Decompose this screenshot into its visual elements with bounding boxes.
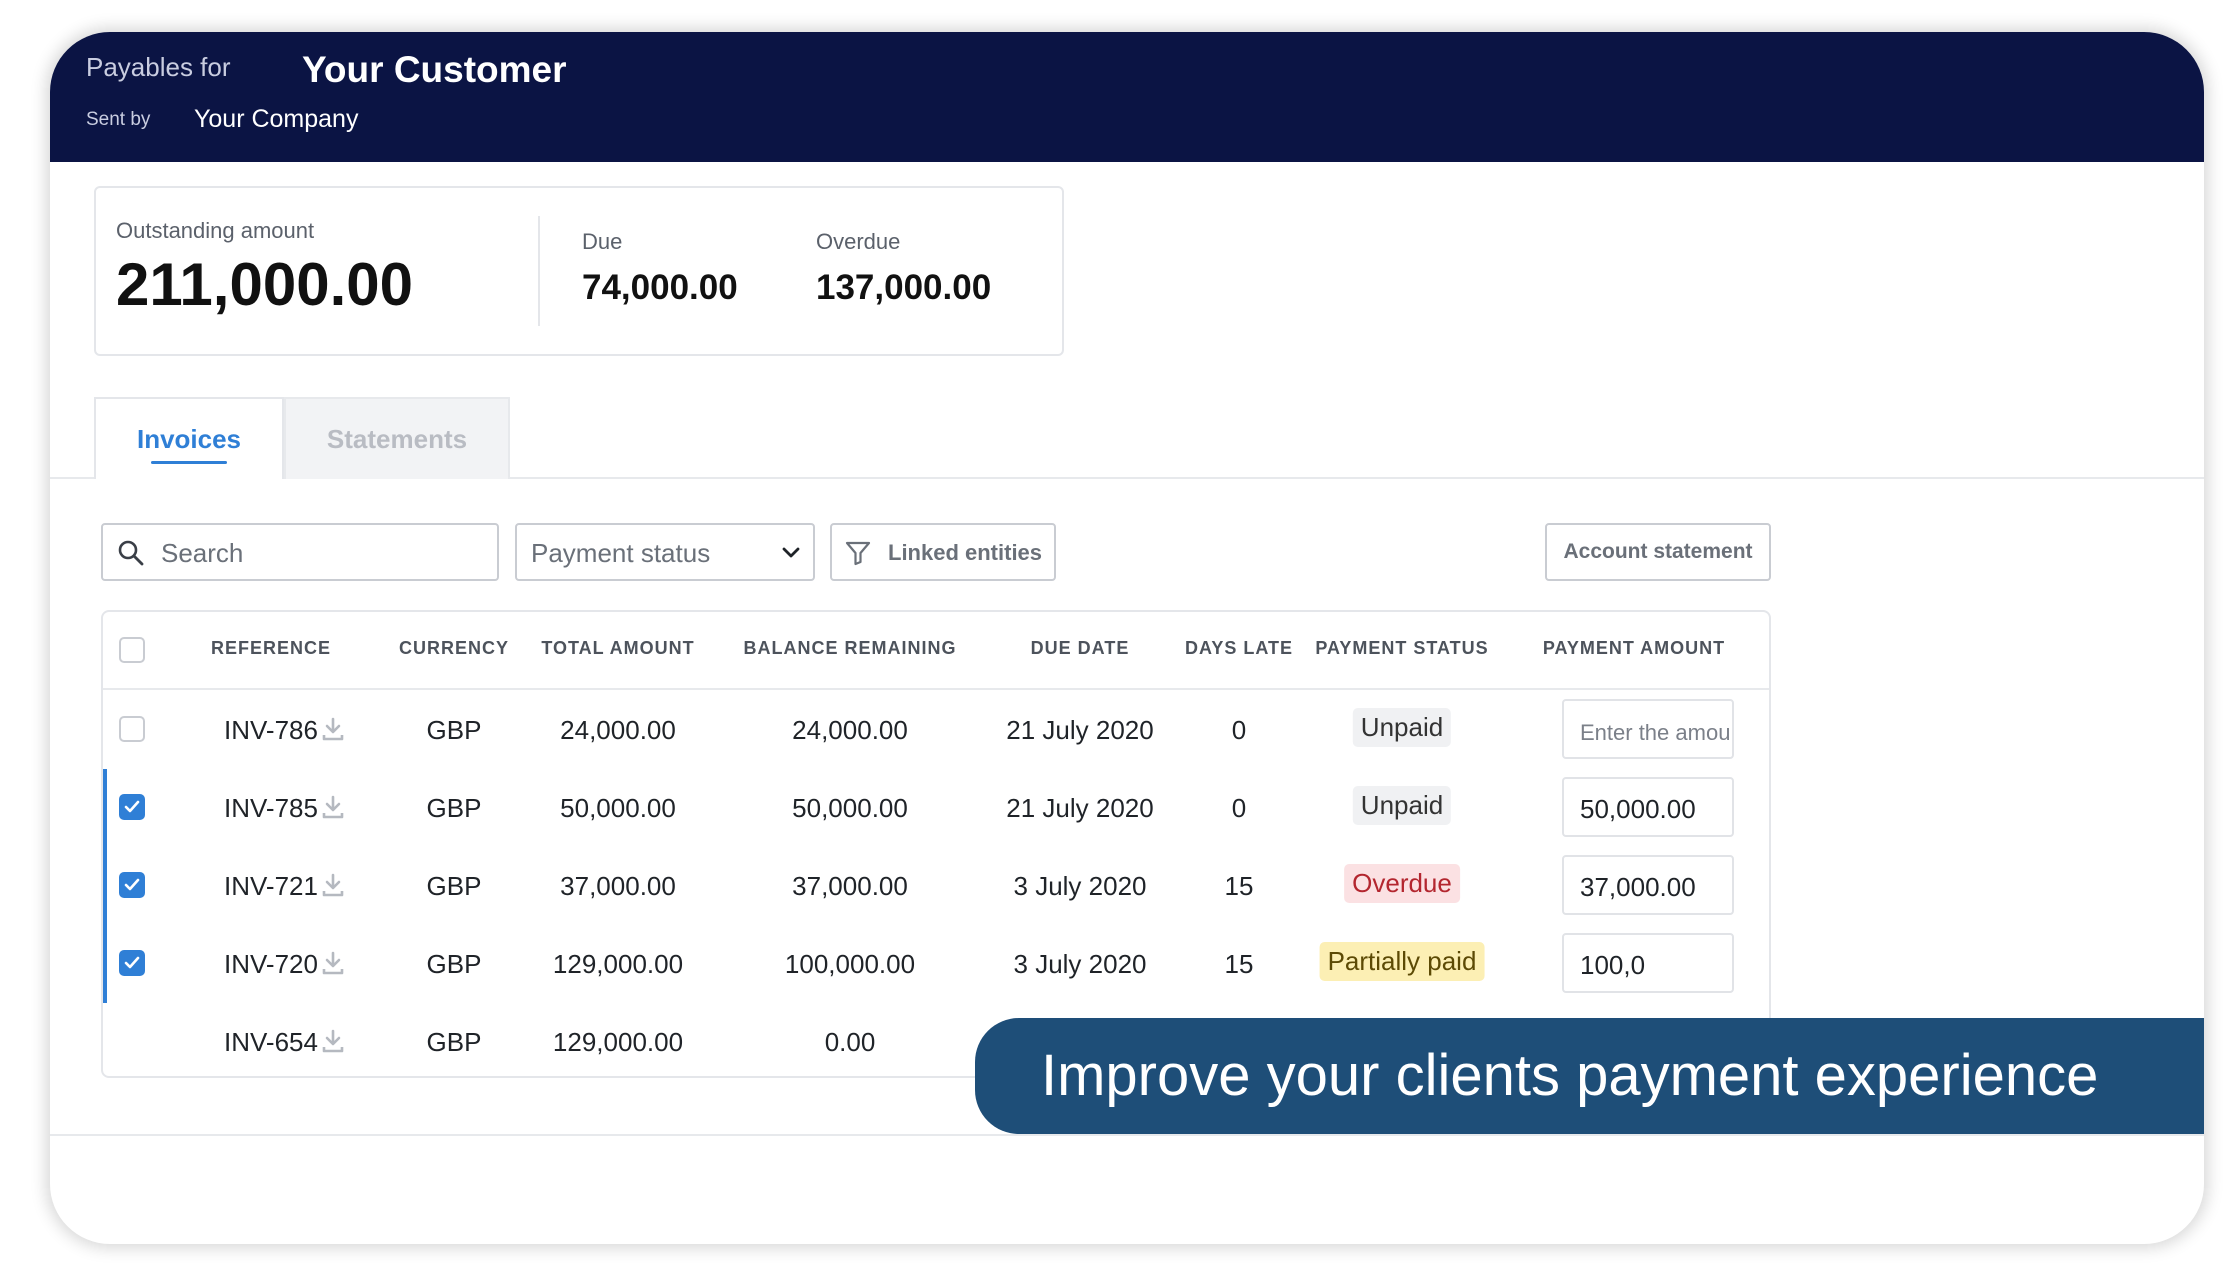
linked-entities-label: Linked entities	[888, 540, 1043, 565]
table-row[interactable]: INV-786 GBP 24,000.00 24,000.00 21 July …	[103, 691, 1769, 769]
balance-remaining-cell: 37,000.00	[792, 871, 908, 901]
currency-cell: GBP	[426, 715, 482, 745]
status-badge: Partially paid	[1319, 942, 1485, 981]
row-checkbox[interactable]	[119, 950, 145, 976]
download-icon[interactable]	[320, 1028, 346, 1054]
status-badge: Unpaid	[1352, 708, 1452, 747]
checkmark-icon	[124, 878, 140, 891]
download-icon[interactable]	[320, 716, 346, 742]
total-amount-cell: 37,000.00	[560, 871, 676, 901]
header-bar: Payables for Your Customer Sent by Your …	[50, 32, 2204, 162]
due-date-cell: 3 July 2020	[1013, 871, 1147, 901]
table-header-divider	[103, 688, 1769, 690]
currency-cell: GBP	[426, 949, 482, 979]
column-header-days-late[interactable]: DAYS LATE	[1185, 638, 1293, 659]
due-label: Due	[582, 229, 623, 254]
table-row[interactable]: INV-721 GBP 37,000.00 37,000.00 3 July 2…	[103, 847, 1769, 925]
footer-divider	[50, 1134, 2204, 1136]
summary-divider	[538, 216, 540, 326]
total-amount-cell: 129,000.00	[552, 1027, 684, 1057]
promo-banner-text: Improve your clients payment experience	[1041, 1043, 2099, 1108]
outstanding-amount-value: 211,000.00	[116, 251, 413, 318]
payment-amount-field[interactable]	[1562, 855, 1734, 915]
payment-amount-field[interactable]	[1562, 777, 1734, 837]
payment-status-select[interactable]: Payment status	[515, 523, 815, 581]
total-amount-cell: 50,000.00	[560, 793, 676, 823]
due-date-cell: 21 July 2020	[1006, 715, 1154, 745]
overdue-label: Overdue	[816, 229, 901, 254]
active-tab-indicator	[151, 461, 227, 464]
tab-statements[interactable]: Statements	[284, 397, 510, 479]
due-date-cell: 3 July 2020	[1013, 949, 1147, 979]
payment-amount-input[interactable]	[1578, 869, 1732, 905]
total-amount-cell: 129,000.00	[552, 949, 684, 979]
amount-summary-panel: Outstanding amount 211,000.00 Due 74,000…	[94, 186, 1064, 356]
search-icon	[118, 540, 144, 566]
account-statement-button[interactable]: Account statement	[1545, 523, 1771, 581]
sent-by-label: Sent by	[86, 109, 151, 130]
checkmark-icon	[124, 956, 140, 969]
payables-for-label: Payables for	[86, 52, 231, 82]
tab-statements-label: Statements	[326, 424, 468, 454]
column-header-currency[interactable]: CURRENCY	[399, 638, 509, 659]
promo-banner: Improve your clients payment experience	[975, 1018, 2204, 1134]
column-header-payment-status[interactable]: PAYMENT STATUS	[1315, 638, 1488, 659]
payment-amount-input[interactable]	[1578, 947, 1732, 983]
reference-cell: INV-721	[224, 871, 318, 901]
reference-cell: INV-785	[224, 793, 318, 823]
download-icon[interactable]	[320, 950, 346, 976]
days-late-cell: 0	[1231, 793, 1247, 823]
status-badge: Unpaid	[1352, 786, 1452, 825]
currency-cell: GBP	[426, 871, 482, 901]
column-header-payment-amount[interactable]: PAYMENT AMOUNT	[1543, 638, 1725, 659]
linked-entities-button[interactable]: Linked entities	[830, 523, 1056, 581]
column-header-balance-remaining[interactable]: BALANCE REMAINING	[744, 638, 957, 659]
currency-cell: GBP	[426, 793, 482, 823]
status-badge: Overdue	[1344, 864, 1460, 903]
download-icon[interactable]	[320, 872, 346, 898]
currency-cell: GBP	[426, 1027, 482, 1057]
column-header-total-amount[interactable]: TOTAL AMOUNT	[541, 638, 694, 659]
select-all-checkbox[interactable]	[119, 637, 145, 663]
chevron-down-icon	[782, 547, 800, 558]
outstanding-amount-label: Outstanding amount	[116, 218, 315, 243]
reference-cell: INV-654	[224, 1027, 318, 1057]
column-header-reference[interactable]: REFERENCE	[211, 638, 331, 659]
payment-amount-input[interactable]	[1578, 791, 1732, 827]
days-late-cell: 15	[1224, 871, 1254, 901]
due-date-cell: 21 July 2020	[1006, 793, 1154, 823]
days-late-cell: 0	[1231, 715, 1247, 745]
row-checkbox[interactable]	[119, 794, 145, 820]
customer-name: Your Customer	[302, 49, 567, 90]
company-name: Your Company	[194, 105, 359, 133]
balance-remaining-cell: 100,000.00	[784, 949, 916, 979]
table-row[interactable]: INV-720 GBP 129,000.00 100,000.00 3 July…	[103, 925, 1769, 1003]
overdue-value: 137,000.00	[816, 268, 992, 307]
search-box[interactable]	[101, 523, 499, 581]
filter-icon	[845, 541, 871, 566]
balance-remaining-cell: 24,000.00	[792, 715, 908, 745]
row-checkbox[interactable]	[119, 872, 145, 898]
column-header-due-date[interactable]: DUE DATE	[1031, 638, 1130, 659]
reference-cell: INV-720	[224, 949, 318, 979]
due-value: 74,000.00	[582, 268, 738, 307]
checkmark-icon	[124, 800, 140, 813]
tab-invoices[interactable]: Invoices	[94, 397, 284, 479]
payment-amount-field[interactable]	[1562, 933, 1734, 993]
balance-remaining-cell: 0.00	[824, 1027, 876, 1057]
payables-portal-card: Payables for Your Customer Sent by Your …	[50, 32, 2204, 1244]
days-late-cell: 15	[1224, 949, 1254, 979]
download-icon[interactable]	[320, 794, 346, 820]
payment-amount-input[interactable]	[1578, 713, 1732, 749]
tab-invoices-label: Invoices	[136, 424, 242, 454]
table-row[interactable]: INV-785 GBP 50,000.00 50,000.00 21 July …	[103, 769, 1769, 847]
search-input[interactable]	[159, 533, 483, 573]
row-checkbox[interactable]	[119, 716, 145, 742]
payment-status-label: Payment status	[531, 538, 711, 568]
reference-cell: INV-786	[224, 715, 318, 745]
payment-amount-field[interactable]	[1562, 699, 1734, 759]
balance-remaining-cell: 50,000.00	[792, 793, 908, 823]
invoices-table: REFERENCE CURRENCY TOTAL AMOUNT BALANCE …	[101, 610, 1771, 1078]
total-amount-cell: 24,000.00	[560, 715, 676, 745]
